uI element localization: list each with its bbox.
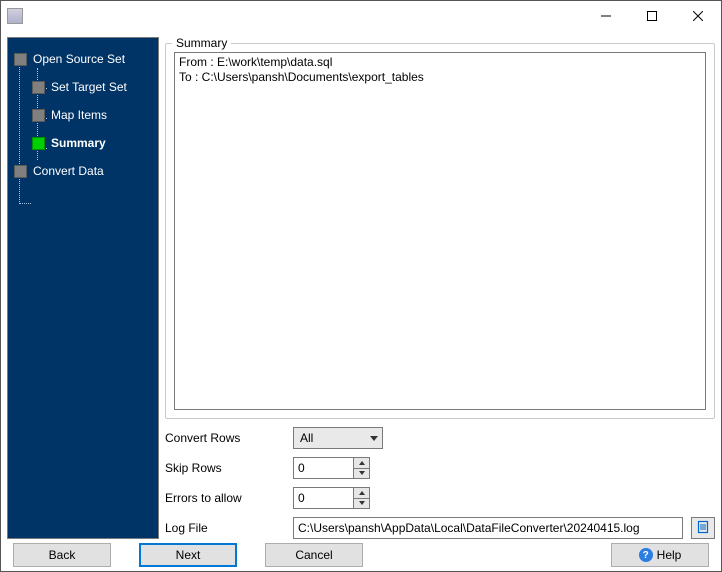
skip-rows-input[interactable]: [293, 457, 353, 479]
spin-down-button[interactable]: [354, 469, 369, 479]
caret-down-icon: [359, 501, 365, 505]
convert-rows-value: All: [300, 431, 313, 445]
step-label: Summary: [51, 136, 106, 150]
step-label: Map Items: [51, 108, 107, 122]
main-panel: Summary From : E:\work\temp\data.sql To …: [165, 37, 715, 539]
minimize-button[interactable]: [583, 1, 629, 31]
step-label: Open Source Set: [33, 52, 125, 66]
titlebar: [1, 1, 721, 31]
wizard-window: Open Source Set Set Target Set Map Items…: [0, 0, 722, 572]
step-node-icon: [14, 53, 27, 66]
step-map-items[interactable]: Map Items: [30, 104, 154, 126]
log-file-label: Log File: [165, 521, 285, 535]
log-file-input[interactable]: [293, 517, 683, 539]
spin-down-button[interactable]: [354, 499, 369, 509]
close-button[interactable]: [675, 1, 721, 31]
back-button[interactable]: Back: [13, 543, 111, 567]
skip-rows-spinner[interactable]: [293, 457, 370, 479]
errors-allow-input[interactable]: [293, 487, 353, 509]
convert-rows-select[interactable]: All: [293, 427, 383, 449]
document-icon: [697, 520, 709, 537]
step-label: Convert Data: [33, 164, 104, 178]
next-button[interactable]: Next: [139, 543, 237, 567]
step-convert-data[interactable]: Convert Data: [12, 160, 154, 182]
app-icon: [7, 8, 23, 24]
step-node-icon: [32, 109, 45, 122]
maximize-button[interactable]: [629, 1, 675, 31]
summary-group: Summary From : E:\work\temp\data.sql To …: [165, 43, 715, 419]
errors-allow-label: Errors to allow: [165, 491, 285, 505]
summary-group-label: Summary: [172, 36, 231, 50]
convert-rows-row: Convert Rows All: [165, 427, 715, 449]
step-node-icon: [32, 81, 45, 94]
spin-up-button[interactable]: [354, 458, 369, 469]
cancel-button[interactable]: Cancel: [265, 543, 363, 567]
help-button[interactable]: ? Help: [611, 543, 709, 567]
caret-up-icon: [359, 491, 365, 495]
caret-down-icon: [359, 471, 365, 475]
wizard-footer: Back Next Cancel ? Help: [1, 539, 721, 571]
skip-rows-label: Skip Rows: [165, 461, 285, 475]
step-node-icon: [32, 137, 45, 150]
convert-rows-label: Convert Rows: [165, 431, 285, 445]
step-open-source-set[interactable]: Open Source Set: [12, 48, 154, 70]
step-set-target-set[interactable]: Set Target Set: [30, 76, 154, 98]
spin-up-button[interactable]: [354, 488, 369, 499]
step-node-icon: [14, 165, 27, 178]
caret-up-icon: [359, 461, 365, 465]
log-file-browse-button[interactable]: [691, 517, 715, 539]
log-file-row: Log File: [165, 517, 715, 539]
window-controls: [583, 1, 721, 31]
errors-allow-spinner[interactable]: [293, 487, 370, 509]
summary-textbox[interactable]: From : E:\work\temp\data.sql To : C:\Use…: [174, 52, 706, 410]
wizard-steps-sidebar: Open Source Set Set Target Set Map Items…: [7, 37, 159, 539]
step-label: Set Target Set: [51, 80, 127, 94]
step-summary[interactable]: Summary: [30, 132, 154, 154]
errors-allow-row: Errors to allow: [165, 487, 715, 509]
help-icon: ?: [639, 548, 653, 562]
skip-rows-row: Skip Rows: [165, 457, 715, 479]
chevron-down-icon: [370, 436, 378, 441]
